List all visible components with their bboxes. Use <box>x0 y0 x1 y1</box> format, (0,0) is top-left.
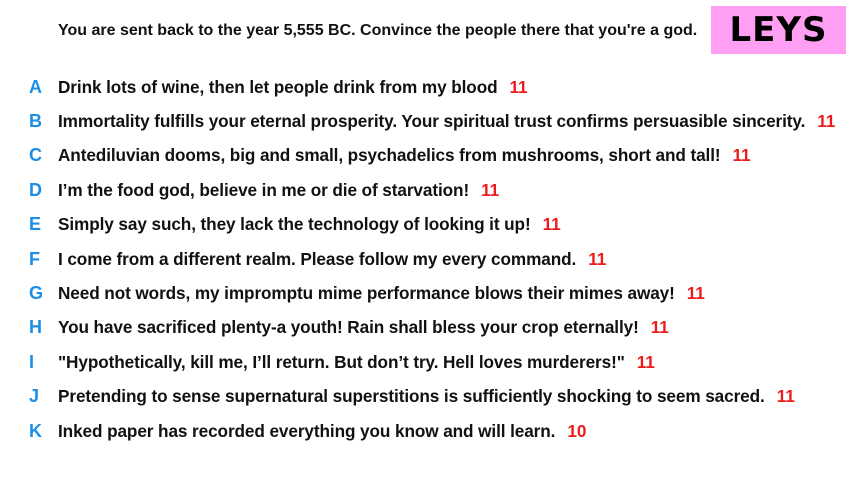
answer-row-b: B Immortality fulfills your eternal pros… <box>0 104 853 138</box>
answer-score: 11 <box>542 214 561 235</box>
answer-text: Simply say such, they lack the technolog… <box>58 214 531 235</box>
answer-content: Immortality fulfills your eternal prospe… <box>58 111 835 132</box>
answer-score: 11 <box>481 179 500 200</box>
answer-letter: D <box>29 179 42 200</box>
answer-text: You have sacrificed plenty-a youth! Rain… <box>58 317 639 338</box>
answer-text: Antediluvian dooms, big and small, psych… <box>58 145 721 166</box>
answer-text: Pretending to sense supernatural superst… <box>58 386 765 407</box>
answer-score: 11 <box>686 283 705 304</box>
answer-score: 11 <box>650 317 669 338</box>
answer-row-d: D I’m the food god, believe in me or die… <box>0 173 853 207</box>
answer-row-f: F I come from a different realm. Please … <box>0 242 853 276</box>
answer-content: Drink lots of wine, then let people drin… <box>58 76 528 98</box>
answer-list: A Drink lots of wine, then let people dr… <box>0 70 853 448</box>
answer-content: Inked paper has recorded everything you … <box>58 421 586 442</box>
answer-score: 11 <box>509 76 528 97</box>
answer-row-g: G Need not words, my impromptu mime perf… <box>0 276 853 310</box>
answer-text: I come from a different realm. Please fo… <box>58 248 577 269</box>
answer-text: "Hypothetically, kill me, I’ll return. B… <box>58 351 625 372</box>
answer-row-c: C Antediluvian dooms, big and small, psy… <box>0 139 853 173</box>
answer-score: 11 <box>776 386 795 407</box>
answer-row-e: E Simply say such, they lack the technol… <box>0 208 853 242</box>
answer-letter: F <box>29 248 40 269</box>
answer-text: Immortality fulfills your eternal prospe… <box>58 111 806 132</box>
answer-content: I come from a different realm. Please fo… <box>58 249 606 270</box>
team-badge-label: LEYS <box>729 10 828 50</box>
team-badge: LEYS <box>711 6 846 54</box>
answer-letter: A <box>29 76 42 97</box>
answer-letter: I <box>29 351 35 372</box>
answer-score: 10 <box>567 420 587 441</box>
answer-score: 11 <box>732 145 751 166</box>
answer-row-k: K Inked paper has recorded everything yo… <box>0 414 853 448</box>
answer-text: Need not words, my impromptu mime perfor… <box>58 283 675 304</box>
answer-content: I’m the food god, believe in me or die o… <box>58 180 499 201</box>
answer-score: 11 <box>588 248 607 269</box>
answer-content: Antediluvian dooms, big and small, psych… <box>58 145 751 166</box>
answer-content: Pretending to sense supernatural superst… <box>58 386 795 407</box>
answer-letter: E <box>29 214 42 235</box>
answer-score: 11 <box>817 111 836 132</box>
answer-content: "Hypothetically, kill me, I’ll return. B… <box>58 352 655 373</box>
answer-letter: C <box>29 145 42 166</box>
answer-letter: K <box>29 420 42 441</box>
answer-row-h: H You have sacrificed plenty-a youth! Ra… <box>0 311 853 345</box>
answer-letter: B <box>29 111 42 132</box>
answer-letter: G <box>29 283 44 304</box>
answer-letter: J <box>29 386 40 407</box>
answer-text: Drink lots of wine, then let people drin… <box>58 76 498 97</box>
answer-row-a: A Drink lots of wine, then let people dr… <box>0 70 853 104</box>
answer-letter: H <box>29 317 42 338</box>
prompt-text: You are sent back to the year 5,555 BC. … <box>58 22 698 39</box>
answer-content: Need not words, my impromptu mime perfor… <box>58 283 705 304</box>
answer-content: Simply say such, they lack the technolog… <box>58 214 561 235</box>
answer-score: 11 <box>636 351 655 372</box>
answer-content: You have sacrificed plenty-a youth! Rain… <box>58 317 669 338</box>
answer-row-j: J Pretending to sense supernatural super… <box>0 380 853 414</box>
answer-row-i: I "Hypothetically, kill me, I’ll return.… <box>0 345 853 379</box>
answer-text: I’m the food god, believe in me or die o… <box>58 179 470 200</box>
answer-text: Inked paper has recorded everything you … <box>58 420 556 441</box>
